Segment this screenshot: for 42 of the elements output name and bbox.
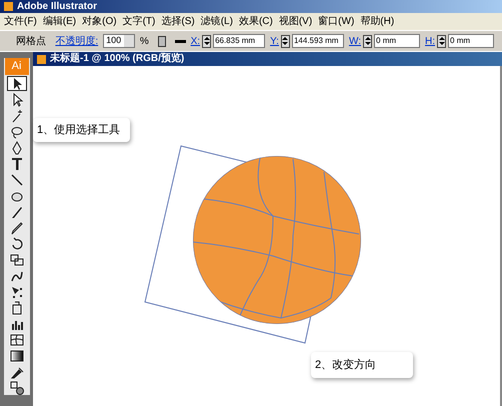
spinner-icon[interactable] [363, 34, 372, 48]
coordinate-label: W: [348, 34, 362, 48]
percent-label: % [140, 34, 149, 48]
menu-item[interactable]: 文件(F) [4, 14, 37, 29]
tool-button[interactable] [6, 76, 26, 91]
opacity-link[interactable]: 不透明度: [55, 34, 98, 48]
spinner-icon[interactable] [280, 34, 290, 48]
document-icon [37, 54, 46, 64]
menu-item[interactable]: 视图(V) [278, 14, 312, 29]
coordinate-label: X: [190, 34, 200, 48]
coordinate-field[interactable]: 0 mm [374, 34, 420, 48]
document-title: 未标题-1 @ 100% (RGB/预览) [50, 54, 184, 64]
menu-item[interactable]: 效果(C) [238, 14, 273, 29]
opacity-field[interactable]: 100 [103, 34, 135, 48]
app-logo: Ai [4, 58, 28, 75]
scale-icon [8, 252, 24, 268]
menu-item[interactable]: 文字(T) [122, 14, 156, 29]
menu-item[interactable]: 帮助(H) [360, 14, 394, 29]
align-icon[interactable] [158, 36, 166, 46]
spinner-icon[interactable] [437, 34, 446, 48]
menu-item[interactable]: 编辑(E) [42, 14, 76, 29]
document-tab[interactable]: 未标题-1 @ 100% (RGB/预览) [33, 52, 502, 66]
anchor-icon [175, 40, 186, 42]
coordinate-field[interactable]: 0 mm [448, 34, 494, 48]
line-icon [8, 172, 24, 188]
menu-item[interactable]: 窗口(W) [318, 14, 354, 29]
object-label: 网格点 [15, 34, 47, 48]
callout: 2、改变方向 [311, 352, 413, 378]
menu-item[interactable]: 选择(S) [161, 14, 195, 29]
callout: 1、使用选择工具 [33, 118, 130, 142]
mesh-icon [8, 332, 24, 348]
pencil-icon [8, 220, 24, 236]
spinner-icon[interactable] [202, 34, 212, 48]
window-title: Adobe Illustrator [17, 2, 98, 12]
gradient-icon [8, 348, 24, 364]
menu-item[interactable]: 对象(O) [82, 14, 117, 29]
menu-item[interactable]: 滤镜(L) [200, 14, 233, 29]
coordinate-label: Y: [270, 34, 279, 48]
app-icon [4, 2, 13, 11]
coordinate-field[interactable]: 66.835 mm [213, 34, 266, 48]
coordinate-field[interactable]: 144.593 mm [292, 34, 344, 48]
coordinate-label: H: [425, 34, 436, 48]
